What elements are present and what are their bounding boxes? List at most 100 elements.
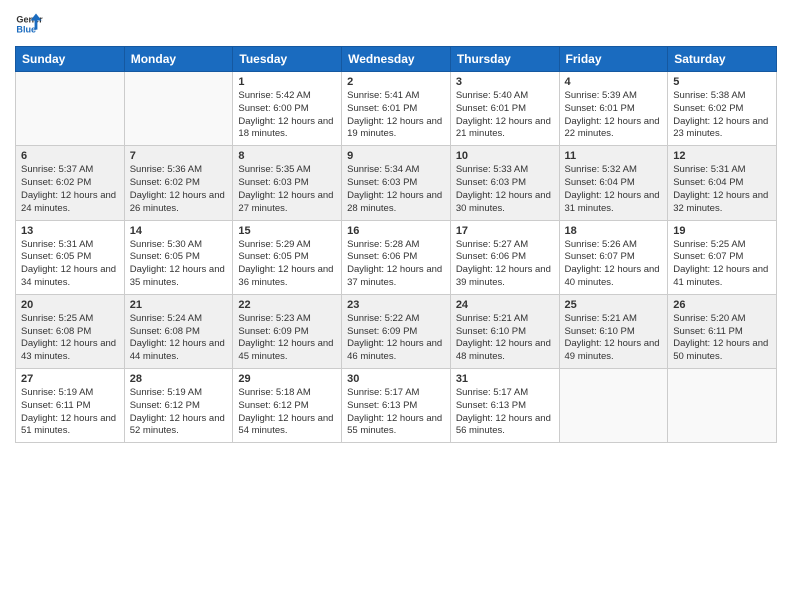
cell-content: Sunrise: 5:17 AM Sunset: 6:13 PM Dayligh… [456,387,554,438]
week-row-5: 27 Sunrise: 5:19 AM Sunset: 6:11 PM Dayli… [16,369,777,443]
calendar-cell: 1Sunrise: 5:42 AM Sunset: 6:00 PM Daylig… [233,72,342,146]
day-number: 7 [130,150,228,162]
weekday-header-row: SundayMondayTuesdayWednesdayThursdayFrid… [16,47,777,72]
cell-content: Sunrise: 5:37 AM Sunset: 6:02 PM Dayligh… [21,164,119,215]
day-number: 27 [21,373,119,385]
logo-icon: General Blue [15,10,43,38]
calendar-cell: 9Sunrise: 5:34 AM Sunset: 6:03 PM Daylig… [342,146,451,220]
calendar-cell: 12 Sunrise: 5:31 AM Sunset: 6:04 PM Dayli… [668,146,777,220]
day-number: 20 [21,299,119,311]
calendar-cell: 18Sunrise: 5:26 AM Sunset: 6:07 PM Dayli… [559,220,668,294]
calendar-cell: 25Sunrise: 5:21 AM Sunset: 6:10 PM Dayli… [559,294,668,368]
cell-content: Sunrise: 5:17 AM Sunset: 6:13 PM Dayligh… [347,387,445,438]
cell-content: Sunrise: 5:19 AM Sunset: 6:11 PM Dayligh… [21,387,119,438]
logo: General Blue [15,10,43,38]
day-number: 24 [456,299,554,311]
cell-content: Sunrise: 5:39 AM Sunset: 6:01 PM Dayligh… [565,90,663,141]
day-number: 25 [565,299,663,311]
day-number: 15 [238,225,336,237]
week-row-3: 13 Sunrise: 5:31 AM Sunset: 6:05 PM Dayli… [16,220,777,294]
cell-content: Sunrise: 5:26 AM Sunset: 6:07 PM Dayligh… [565,239,663,290]
calendar-cell: 2 Sunrise: 5:41 AM Sunset: 6:01 PM Daylig… [342,72,451,146]
calendar-cell: 7 Sunrise: 5:36 AM Sunset: 6:02 PM Daylig… [124,146,233,220]
calendar-cell [16,72,125,146]
calendar-cell: 8 Sunrise: 5:35 AM Sunset: 6:03 PM Daylig… [233,146,342,220]
week-row-1: 1Sunrise: 5:42 AM Sunset: 6:00 PM Daylig… [16,72,777,146]
cell-content: Sunrise: 5:35 AM Sunset: 6:03 PM Dayligh… [238,164,336,215]
cell-content: Sunrise: 5:32 AM Sunset: 6:04 PM Dayligh… [565,164,663,215]
calendar-cell [668,369,777,443]
calendar-cell: 4Sunrise: 5:39 AM Sunset: 6:01 PM Daylig… [559,72,668,146]
day-number: 1 [238,76,336,88]
day-number: 22 [238,299,336,311]
day-number: 13 [21,225,119,237]
cell-content: Sunrise: 5:33 AM Sunset: 6:03 PM Dayligh… [456,164,554,215]
calendar-cell: 27 Sunrise: 5:19 AM Sunset: 6:11 PM Dayli… [16,369,125,443]
cell-content: Sunrise: 5:20 AM Sunset: 6:11 PM Dayligh… [673,313,771,364]
day-number: 11 [565,150,663,162]
calendar-cell: 30 Sunrise: 5:17 AM Sunset: 6:13 PM Dayli… [342,369,451,443]
calendar-table: SundayMondayTuesdayWednesdayThursdayFrid… [15,46,777,443]
day-number: 29 [238,373,336,385]
cell-content: Sunrise: 5:24 AM Sunset: 6:08 PM Dayligh… [130,313,228,364]
calendar-cell [559,369,668,443]
cell-content: Sunrise: 5:41 AM Sunset: 6:01 PM Dayligh… [347,90,445,141]
day-number: 10 [456,150,554,162]
weekday-header-wednesday: Wednesday [342,47,451,72]
calendar-cell: 10 Sunrise: 5:33 AM Sunset: 6:03 PM Dayli… [450,146,559,220]
weekday-header-saturday: Saturday [668,47,777,72]
cell-content: Sunrise: 5:27 AM Sunset: 6:06 PM Dayligh… [456,239,554,290]
cell-content: Sunrise: 5:40 AM Sunset: 6:01 PM Dayligh… [456,90,554,141]
calendar-cell: 11 Sunrise: 5:32 AM Sunset: 6:04 PM Dayli… [559,146,668,220]
day-number: 17 [456,225,554,237]
day-number: 6 [21,150,119,162]
cell-content: Sunrise: 5:21 AM Sunset: 6:10 PM Dayligh… [456,313,554,364]
cell-content: Sunrise: 5:31 AM Sunset: 6:04 PM Dayligh… [673,164,771,215]
day-number: 12 [673,150,771,162]
calendar-cell: 22 Sunrise: 5:23 AM Sunset: 6:09 PM Dayli… [233,294,342,368]
cell-content: Sunrise: 5:30 AM Sunset: 6:05 PM Dayligh… [130,239,228,290]
day-number: 30 [347,373,445,385]
calendar-cell: 13 Sunrise: 5:31 AM Sunset: 6:05 PM Dayli… [16,220,125,294]
calendar-cell [124,72,233,146]
cell-content: Sunrise: 5:19 AM Sunset: 6:12 PM Dayligh… [130,387,228,438]
day-number: 3 [456,76,554,88]
cell-content: Sunrise: 5:34 AM Sunset: 6:03 PM Dayligh… [347,164,445,215]
calendar-cell: 16 Sunrise: 5:28 AM Sunset: 6:06 PM Dayli… [342,220,451,294]
day-number: 31 [456,373,554,385]
calendar-cell: 21 Sunrise: 5:24 AM Sunset: 6:08 PM Dayli… [124,294,233,368]
calendar-cell: 28Sunrise: 5:19 AM Sunset: 6:12 PM Dayli… [124,369,233,443]
calendar-cell: 17 Sunrise: 5:27 AM Sunset: 6:06 PM Dayli… [450,220,559,294]
day-number: 2 [347,76,445,88]
calendar-cell: 3 Sunrise: 5:40 AM Sunset: 6:01 PM Daylig… [450,72,559,146]
day-number: 21 [130,299,228,311]
calendar-cell: 14 Sunrise: 5:30 AM Sunset: 6:05 PM Dayli… [124,220,233,294]
day-number: 26 [673,299,771,311]
weekday-header-tuesday: Tuesday [233,47,342,72]
cell-content: Sunrise: 5:28 AM Sunset: 6:06 PM Dayligh… [347,239,445,290]
calendar-cell: 26 Sunrise: 5:20 AM Sunset: 6:11 PM Dayli… [668,294,777,368]
calendar-cell: 5 Sunrise: 5:38 AM Sunset: 6:02 PM Daylig… [668,72,777,146]
calendar-cell: 31 Sunrise: 5:17 AM Sunset: 6:13 PM Dayli… [450,369,559,443]
page-header: General Blue [15,10,777,38]
day-number: 14 [130,225,228,237]
day-number: 5 [673,76,771,88]
cell-content: Sunrise: 5:25 AM Sunset: 6:08 PM Dayligh… [21,313,119,364]
cell-content: Sunrise: 5:25 AM Sunset: 6:07 PM Dayligh… [673,239,771,290]
cell-content: Sunrise: 5:36 AM Sunset: 6:02 PM Dayligh… [130,164,228,215]
weekday-header-thursday: Thursday [450,47,559,72]
cell-content: Sunrise: 5:38 AM Sunset: 6:02 PM Dayligh… [673,90,771,141]
week-row-2: 6 Sunrise: 5:37 AM Sunset: 6:02 PM Daylig… [16,146,777,220]
week-row-4: 20 Sunrise: 5:25 AM Sunset: 6:08 PM Dayli… [16,294,777,368]
cell-content: Sunrise: 5:18 AM Sunset: 6:12 PM Dayligh… [238,387,336,438]
day-number: 16 [347,225,445,237]
calendar-cell: 23Sunrise: 5:22 AM Sunset: 6:09 PM Dayli… [342,294,451,368]
svg-text:Blue: Blue [16,24,36,34]
cell-content: Sunrise: 5:31 AM Sunset: 6:05 PM Dayligh… [21,239,119,290]
calendar-cell: 19Sunrise: 5:25 AM Sunset: 6:07 PM Dayli… [668,220,777,294]
weekday-header-friday: Friday [559,47,668,72]
cell-content: Sunrise: 5:23 AM Sunset: 6:09 PM Dayligh… [238,313,336,364]
weekday-header-sunday: Sunday [16,47,125,72]
day-number: 8 [238,150,336,162]
calendar-cell: 6 Sunrise: 5:37 AM Sunset: 6:02 PM Daylig… [16,146,125,220]
